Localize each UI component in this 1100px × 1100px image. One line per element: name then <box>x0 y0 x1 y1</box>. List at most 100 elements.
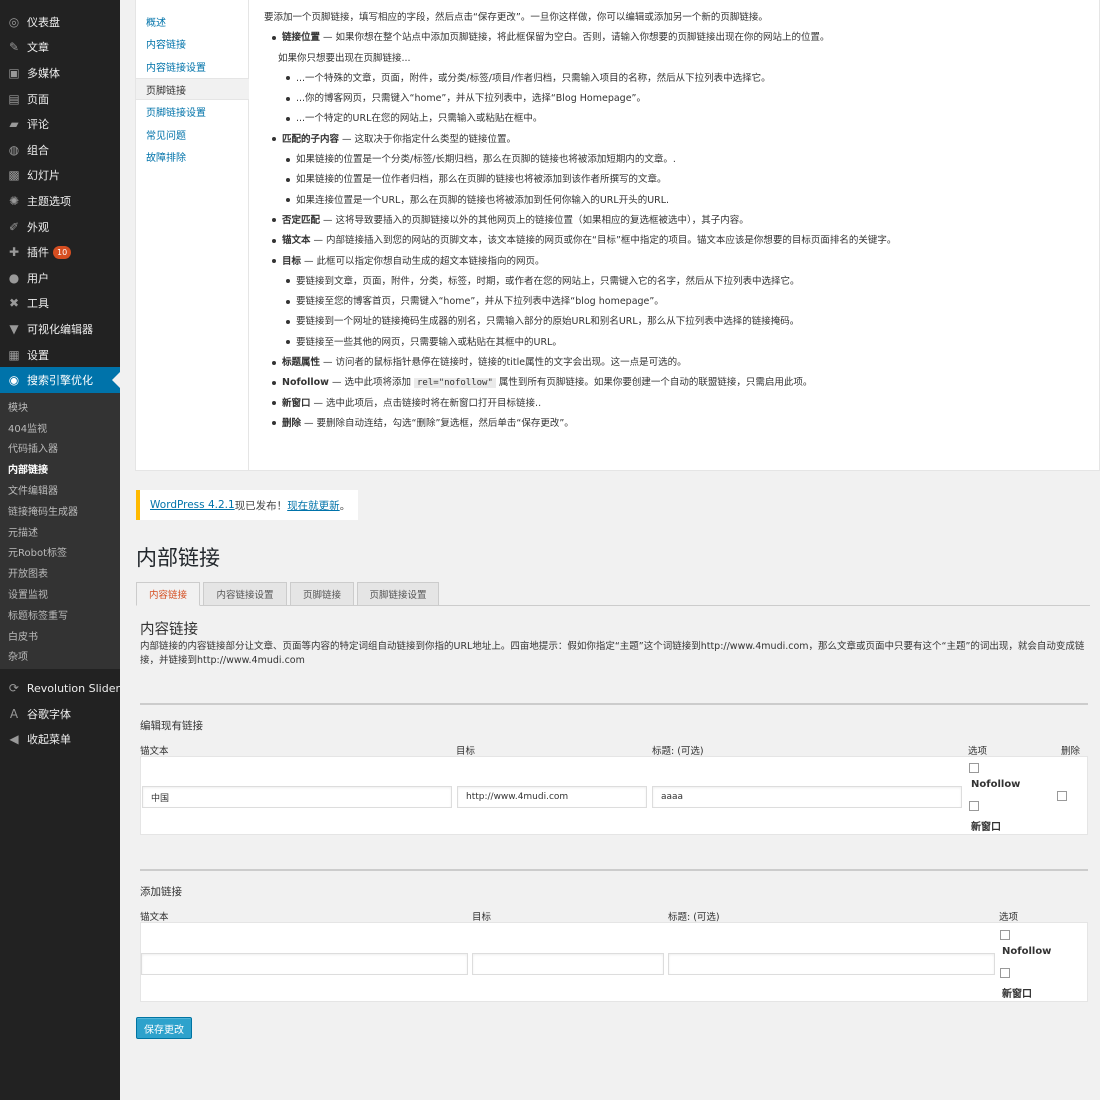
submenu-item-0[interactable]: 模块 <box>0 396 120 417</box>
help-subitem: ...你的博客网页，只需键入“home”，并从下拉列表中，选择“Blog Hom… <box>264 89 1094 109</box>
new-nofollow-checkbox[interactable] <box>1000 930 1010 940</box>
users-icon: ● <box>8 270 20 285</box>
sidebar-bottom-item-1[interactable]: A 谷歌字体 <box>0 701 120 727</box>
add-link-title: 添加链接 <box>140 886 182 898</box>
dashboard-icon: ◎ <box>8 14 20 29</box>
help-subitem: 要链接至一些其他的网页，只需要输入或粘贴在其框中的URL。 <box>264 333 1094 353</box>
sidebar-item-14[interactable]: ◉ 搜索引擎优化 <box>0 367 120 393</box>
sidebar-item-0[interactable]: ◎ 仪表盘 <box>0 9 120 35</box>
submenu-item-9[interactable]: 设置监视 <box>0 583 120 604</box>
new-new-window-label: 新窗口 <box>1002 989 1032 1000</box>
visual-editor-icon: ▼ <box>9 321 19 336</box>
theme-options-icon: ✺ <box>8 193 20 208</box>
help-tab-content-link-settings[interactable]: 内容链接设置 <box>136 55 248 78</box>
sidebar-item-12[interactable]: ▼ 可视化编辑器 <box>0 316 120 342</box>
sidebar-item-label: 外观 <box>27 220 49 234</box>
sidebar-item-13[interactable]: ▦ 设置 <box>0 342 120 368</box>
sidebar-item-1[interactable]: ✎ 文章 <box>0 35 120 61</box>
submenu-item-11[interactable]: 白皮书 <box>0 625 120 646</box>
new-new-window-checkbox[interactable] <box>1000 968 1010 978</box>
submenu-item-4[interactable]: 文件编辑器 <box>0 479 120 500</box>
sidebar-bottom-item-0[interactable]: ⟳ Revolution Slider <box>0 675 120 701</box>
help-intro: 要添加一个页脚链接，填写相应的字段，然后点击“保存更改”。一旦你这样做，你可以编… <box>264 12 768 23</box>
col-target: 目标 <box>456 746 476 757</box>
submenu-item-5[interactable]: 链接掩码生成器 <box>0 500 120 521</box>
submenu-item-7[interactable]: 元Robot标签 <box>0 541 120 562</box>
submenu-item-2[interactable]: 代码插入器 <box>0 438 120 459</box>
nofollow-checkbox[interactable] <box>969 763 979 773</box>
sidebar-item-7[interactable]: ✺ 主题选项 <box>0 188 120 214</box>
sidebar-item-10[interactable]: ● 用户 <box>0 265 120 291</box>
submenu-item-6[interactable]: 元描述 <box>0 521 120 542</box>
submenu-item-3[interactable]: 内部链接 <box>0 458 120 479</box>
nofollow-label: Nofollow <box>971 779 1021 790</box>
seo-icon: ◉ <box>8 373 20 388</box>
col-options: 选项 <box>968 746 988 757</box>
sidebar-item-label: 用户 <box>27 271 49 285</box>
divider <box>140 869 1088 871</box>
help-subitem: 如果链接的位置是一个分类/标签/长期归档，那么在页脚的链接也将被添加短期内的文章… <box>264 150 1094 170</box>
sidebar-item-label: 工具 <box>27 297 49 311</box>
divider <box>140 703 1088 705</box>
col-options: 选项 <box>999 912 1019 923</box>
admin-sidebar: ◎ 仪表盘 ✎ 文章 ▣ 多媒体 ▤ 页面 ▰ 评论 ◍ 组合 ▩ 幻灯片 ✺ 主题选项 ✐ 外观 ✚ 插件 10 ● 用户… <box>0 0 120 1100</box>
sidebar-bottom-item-2[interactable]: ◀ 收起菜单 <box>0 726 120 752</box>
media-icon: ▣ <box>8 65 20 80</box>
anchor-text-input[interactable]: 中国 <box>142 786 452 808</box>
sidebar-item-5[interactable]: ◍ 组合 <box>0 137 120 163</box>
sidebar-item-label: 页面 <box>27 92 49 106</box>
submenu-item-8[interactable]: 开放图表 <box>0 562 120 583</box>
pushpin-icon: ✎ <box>8 40 20 55</box>
help-subitem: 如果链接的位置是一位作者归档，那么在页脚的链接也将被添加到该作者所撰写的文章。 <box>264 170 1094 190</box>
help-subitem: ...一个特殊的文章，页面，附件，或分类/标签/项目/作者归档，只需输入项目的名… <box>264 69 1094 89</box>
comment-icon: ▰ <box>9 117 19 132</box>
help-subitem: ...一个特定的URL在您的网站上，只需输入或粘贴在框中。 <box>264 109 1094 129</box>
help-tab-content-links[interactable]: 内容链接 <box>136 33 248 56</box>
help-tab-faq[interactable]: 常见问题 <box>136 123 248 146</box>
help-item-link-position: 链接位置 — 如果你想在整个站点中添加页脚链接，将此框保留为空白。否则，请输入你… <box>264 28 1094 48</box>
sidebar-item-label: Revolution Slider <box>26 681 120 695</box>
tab-content-links[interactable]: 内容链接 <box>136 582 200 606</box>
sidebar-item-4[interactable]: ▰ 评论 <box>0 111 120 137</box>
help-subitem: 要链接到文章，页面，附件，分类，标签，时期，或作者在您的网站上，只需键入它的名字… <box>264 272 1094 292</box>
settings-icon: ▦ <box>8 347 20 362</box>
seo-submenu: 模块 404监视 代码插入器 内部链接 文件编辑器 链接掩码生成器 元描述 元Robot标签开… <box>0 392 120 670</box>
sidebar-item-2[interactable]: ▣ 多媒体 <box>0 60 120 86</box>
sidebar-item-11[interactable]: ✖ 工具 <box>0 291 120 317</box>
new-title-input[interactable] <box>668 953 995 975</box>
tab-footer-links[interactable]: 页脚链接 <box>290 582 354 606</box>
edit-links-title: 编辑现有链接 <box>140 720 203 732</box>
sidebar-item-3[interactable]: ▤ 页面 <box>0 86 120 112</box>
delete-checkbox[interactable] <box>1057 791 1067 801</box>
tools-icon: ✖ <box>8 296 20 311</box>
submenu-item-12[interactable]: 杂项 <box>0 645 120 666</box>
page-icon: ▤ <box>8 91 20 106</box>
add-link-header: 锚文本 目标 标题: (可选) 选项 <box>140 909 1088 923</box>
sidebar-item-9[interactable]: ✚ 插件 10 <box>0 239 120 265</box>
tab-footer-link-settings[interactable]: 页脚链接设置 <box>357 582 439 606</box>
portfolio-icon: ◍ <box>8 142 20 157</box>
tab-content-link-settings[interactable]: 内容链接设置 <box>203 582 287 606</box>
section-description: 内部链接的内容链接部分让文章、页面等内容的特定词组自动链接到你指的URL地址上。… <box>140 641 1085 666</box>
sidebar-item-label: 主题选项 <box>27 194 71 208</box>
new-window-checkbox[interactable] <box>969 801 979 811</box>
target-input[interactable]: http://www.4mudi.com <box>457 786 647 808</box>
help-tab-footer-links[interactable]: 页脚链接 <box>136 77 249 101</box>
wordpress-version-link[interactable]: WordPress 4.2.1 <box>150 499 235 511</box>
title-input[interactable]: aaaa <box>652 786 962 808</box>
sidebar-item-8[interactable]: ✐ 外观 <box>0 214 120 240</box>
help-tab-overview[interactable]: 概述 <box>136 10 248 33</box>
new-target-input[interactable] <box>472 953 664 975</box>
save-changes-button[interactable]: 保存更改 <box>136 1017 192 1039</box>
sidebar-item-6[interactable]: ▩ 幻灯片 <box>0 163 120 189</box>
submenu-item-10[interactable]: 标题标签重写 <box>0 604 120 625</box>
help-tab-troubleshooting[interactable]: 故障排除 <box>136 146 248 169</box>
new-anchor-text-input[interactable] <box>141 953 468 975</box>
help-tab-footer-link-settings[interactable]: 页脚链接设置 <box>136 100 248 123</box>
refresh-icon: ⟳ <box>8 681 19 696</box>
sidebar-item-label: 仪表盘 <box>27 15 60 29</box>
submenu-item-1[interactable]: 404监视 <box>0 417 120 438</box>
collapse-menu-icon: ◀ <box>9 732 19 747</box>
update-now-link[interactable]: 现在就更新 <box>287 498 340 513</box>
help-item-target: 目标 — 此框可以指定你想自动生成的超文本链接指向的网页。 <box>264 252 1094 272</box>
